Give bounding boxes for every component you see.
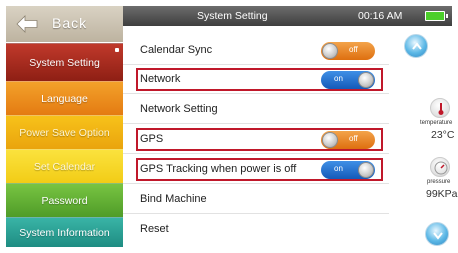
toggle-state-text: off [349,45,358,54]
setting-label-bind-machine: Bind Machine [140,193,207,205]
highlight-box-network [136,68,383,91]
thermometer-icon [430,98,450,118]
chevron-down-icon [433,232,443,240]
pressure-label: pressure [427,179,451,185]
sidebar-item-system-setting[interactable]: System Setting [6,43,123,81]
setting-row-reset[interactable]: Reset [123,215,389,244]
toggle-knob [322,43,338,59]
sidebar-item-language[interactable]: Language [6,81,123,115]
chevron-up-icon [412,42,422,50]
sidebar-item-power-save-option[interactable]: Power Save Option [6,115,123,149]
setting-label-reset: Reset [140,223,169,235]
sidebar-item-password[interactable]: Password [6,183,123,217]
right-panel: temperature 23°C pressure 99KPa [389,26,458,247]
setting-row-network-setting[interactable]: Network Setting [123,95,389,124]
settings-list: Calendar Sync off Network on Network Set… [123,26,389,247]
pressure-value: 99KPa [426,188,458,200]
temperature-value: 23°C [431,129,455,141]
setting-label-calendar-sync: Calendar Sync [140,44,213,56]
header-bar: System Setting 00:16 AM [123,6,452,26]
back-button-label: Back [52,15,88,31]
temperature-label: temperature [420,120,453,126]
calendar-sync-toggle[interactable]: off [321,42,375,60]
setting-row-calendar-sync[interactable]: Calendar Sync off [123,36,389,65]
highlight-box-gps [136,128,383,151]
back-arrow-icon [16,15,38,33]
sidebar: Back System Setting Language Power Save … [6,6,123,247]
sidebar-item-set-calendar[interactable]: Set Calendar [6,149,123,183]
back-button[interactable]: Back [6,6,123,42]
scroll-down-button[interactable] [425,222,449,246]
sidebar-item-system-information[interactable]: System Information [6,217,123,247]
setting-label-network-setting: Network Setting [140,103,218,115]
battery-full-icon [425,11,448,21]
device-screen: Back System Setting Language Power Save … [6,6,458,247]
page-title: System Setting [197,10,268,22]
pressure-gauge-icon [430,157,450,177]
clock-time: 00:16 AM [358,10,403,22]
highlight-box-gps-tracking [136,158,383,181]
setting-row-bind-machine[interactable]: Bind Machine [123,185,389,214]
scroll-up-button[interactable] [404,34,428,58]
